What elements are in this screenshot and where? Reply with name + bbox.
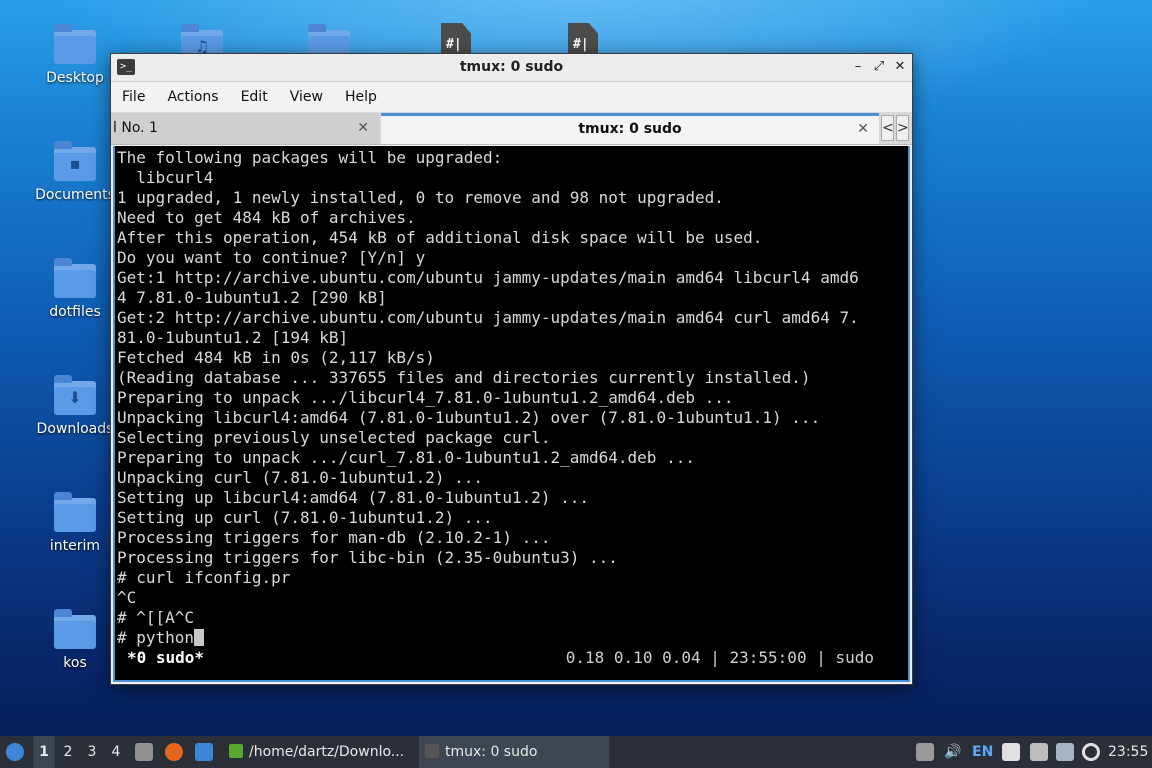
terminal-line: The following packages will be upgraded: xyxy=(117,148,503,167)
desktop-icon-kos[interactable]: kos xyxy=(30,609,120,671)
tab-bar: l No. 1 ✕ tmux: 0 sudo ✕ < > xyxy=(111,112,912,145)
folder-icon: ⬇ xyxy=(54,375,96,415)
tab-label: tmux: 0 sudo xyxy=(578,121,682,137)
terminal-line: Processing triggers for man-db (2.10.2-1… xyxy=(117,528,551,547)
terminal-line: Unpacking curl (7.81.0-1ubuntu1.2) ... xyxy=(117,468,484,487)
terminal-line: 81.0-1ubuntu1.2 [194 kB] xyxy=(117,328,349,347)
firefox-launcher-icon[interactable] xyxy=(163,736,185,768)
task-label: /home/dartz/Downlo... xyxy=(249,744,405,760)
workspace-4[interactable]: 4 xyxy=(105,736,127,768)
terminal-line: Preparing to unpack .../curl_7.81.0-1ubu… xyxy=(117,448,695,467)
terminal-line: Unpacking libcurl4:amd64 (7.81.0-1ubuntu… xyxy=(117,408,821,427)
menu-file[interactable]: File xyxy=(122,89,145,105)
tmux-status-bar: *0 sudo* 0.18 0.10 0.04 | 23:55:00 | sud… xyxy=(117,648,908,668)
close-icon[interactable]: ✕ xyxy=(891,58,909,76)
desktop-icon-documents[interactable]: ▪ Documents xyxy=(30,141,120,203)
terminal-line: # ^[[A^C xyxy=(117,608,195,627)
terminal-line: Setting up libcurl4:amd64 (7.81.0-1ubunt… xyxy=(117,488,590,507)
maximize-icon[interactable]: ⤢ xyxy=(870,58,888,76)
clock[interactable]: 23:55 xyxy=(1108,736,1152,768)
task-file-manager[interactable]: /home/dartz/Downlo... xyxy=(223,736,413,768)
display-icon[interactable] xyxy=(1054,736,1076,768)
terminal-window[interactable]: >_ tmux: 0 sudo – ⤢ ✕ File Actions Edit … xyxy=(110,53,913,685)
network-icon[interactable] xyxy=(1028,736,1050,768)
tab-close-icon[interactable]: ✕ xyxy=(857,116,869,142)
desktop-icon-label: dotfiles xyxy=(49,304,101,320)
text-cursor xyxy=(194,629,205,646)
terminal-line: Need to get 484 kB of archives. xyxy=(117,208,416,227)
terminal-line: Setting up curl (7.81.0-1ubuntu1.2) ... xyxy=(117,508,493,527)
start-menu-icon[interactable] xyxy=(4,736,28,768)
terminal-icon xyxy=(425,744,439,758)
folder-icon xyxy=(54,258,96,298)
terminal-line: Preparing to unpack .../libcurl4_7.81.0-… xyxy=(117,388,734,407)
menu-view[interactable]: View xyxy=(290,89,323,105)
folder-icon: ▪ xyxy=(54,141,96,181)
task-label: tmux: 0 sudo xyxy=(445,744,538,760)
desktop-icon-downloads[interactable]: ⬇ Downloads xyxy=(30,375,120,437)
folder-icon xyxy=(54,24,96,64)
terminal-line: # curl ifconfig.pr xyxy=(117,568,291,587)
taskbar: 1 2 3 4 /home/dartz/Downlo... tmux: 0 su… xyxy=(0,736,1152,768)
workspace-2[interactable]: 2 xyxy=(57,736,79,768)
window-titlebar[interactable]: >_ tmux: 0 sudo – ⤢ ✕ xyxy=(111,54,912,82)
updates-icon[interactable] xyxy=(914,736,936,768)
desktop-icon-label: Desktop xyxy=(46,70,104,86)
tab-label: l No. 1 xyxy=(113,120,158,136)
tab-shell-1[interactable]: l No. 1 ✕ xyxy=(111,113,379,144)
menu-actions[interactable]: Actions xyxy=(167,89,218,105)
terminal-prompt-line: # python xyxy=(117,628,908,648)
desktop-icon-label: Documents xyxy=(35,187,115,203)
terminal-line: 1 upgraded, 1 newly installed, 0 to remo… xyxy=(117,188,724,207)
terminal-line: Get:1 http://archive.ubuntu.com/ubuntu j… xyxy=(117,268,859,287)
volume-icon[interactable]: 🔊 xyxy=(942,736,964,768)
terminal-lines: The following packages will be upgraded:… xyxy=(117,148,908,628)
file-manager-launcher-icon[interactable] xyxy=(133,736,155,768)
terminal-line: Get:2 http://archive.ubuntu.com/ubuntu j… xyxy=(117,308,859,327)
tab-scroll-left-icon[interactable]: < xyxy=(881,115,894,141)
terminal-line: Selecting previously unselected package … xyxy=(117,428,551,447)
desktop-launcher-icon[interactable] xyxy=(193,736,215,768)
desktop-icon-label: Downloads xyxy=(36,421,114,437)
tmux-window-list[interactable]: *0 sudo* xyxy=(127,648,204,668)
keyboard-layout-indicator[interactable]: EN xyxy=(972,736,994,768)
minimize-icon[interactable]: – xyxy=(849,58,867,76)
window-title: tmux: 0 sudo xyxy=(459,59,564,75)
tab-scroll-right-icon[interactable]: > xyxy=(896,115,909,141)
tab-close-icon[interactable]: ✕ xyxy=(357,113,369,143)
terminal-line: (Reading database ... 337655 files and d… xyxy=(117,368,811,387)
file-manager-icon xyxy=(229,744,243,758)
tmux-status-right: 0.18 0.10 0.04 | 23:55:00 | sudo xyxy=(565,648,874,667)
desktop-icon-desktop[interactable]: Desktop xyxy=(30,24,120,86)
terminal-line: Processing triggers for libc-bin (2.35-0… xyxy=(117,548,618,567)
workspace-1[interactable]: 1 xyxy=(33,736,55,768)
menu-edit[interactable]: Edit xyxy=(241,89,268,105)
power-status-icon[interactable] xyxy=(1080,736,1102,768)
clipboard-icon[interactable] xyxy=(1000,736,1022,768)
desktop-icon-interim[interactable]: interim xyxy=(30,492,120,554)
terminal-line: Do you want to continue? [Y/n] y xyxy=(117,248,426,267)
desktop-icon-label: interim xyxy=(49,538,101,554)
menu-help[interactable]: Help xyxy=(345,89,377,105)
tab-tmux[interactable]: tmux: 0 sudo ✕ xyxy=(381,113,879,144)
desktop-icon-dotfiles[interactable]: dotfiles xyxy=(30,258,120,320)
desktop-icon-label: kos xyxy=(63,655,87,671)
task-terminal[interactable]: tmux: 0 sudo xyxy=(419,736,609,768)
folder-icon xyxy=(54,492,96,532)
terminal-line: After this operation, 454 kB of addition… xyxy=(117,228,763,247)
terminal-line: Fetched 484 kB in 0s (2,117 kB/s) xyxy=(117,348,435,367)
menubar: File Actions Edit View Help xyxy=(111,82,912,112)
terminal-output[interactable]: The following packages will be upgraded:… xyxy=(113,146,910,682)
prompt-text: # python xyxy=(117,628,195,647)
terminal-line: ^C xyxy=(117,588,137,607)
workspace-3[interactable]: 3 xyxy=(81,736,103,768)
terminal-line: 4 7.81.0-1ubuntu1.2 [290 kB] xyxy=(117,288,387,307)
terminal-line: libcurl4 xyxy=(117,168,214,187)
folder-icon xyxy=(54,609,96,649)
